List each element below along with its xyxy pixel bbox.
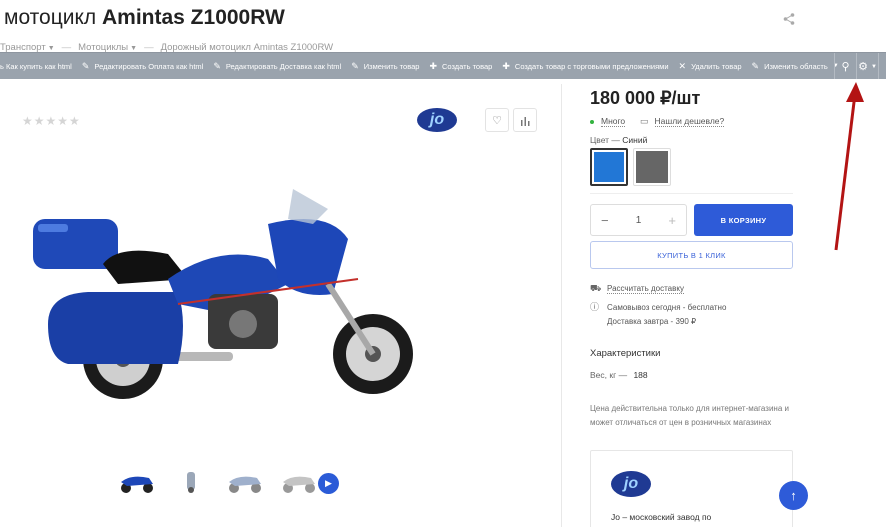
info-icon: ⓘ	[590, 302, 600, 312]
increase-button[interactable]: +	[668, 213, 676, 228]
found-cheaper-link[interactable]: ▭ Нашли дешевле?	[640, 116, 725, 127]
product-price: 180 000 ₽/шт	[590, 88, 701, 108]
admin-item-edit-product[interactable]: ✎ Изменить товар	[351, 61, 419, 72]
characteristics-title: Характеристики	[590, 348, 661, 359]
quantity-stepper: − 1 +	[590, 204, 687, 236]
plus-icon: ✚	[429, 60, 437, 71]
rating-stars[interactable]: ★★★★★	[22, 114, 81, 128]
plus-icon: ✚	[502, 60, 510, 71]
video-play-button[interactable]: ▶	[318, 473, 339, 494]
pickup-line: Самовывоз сегодня - бесплатно	[607, 303, 727, 312]
admin-item-delete-product[interactable]: ✕ Удалить товар	[679, 61, 742, 72]
brand-logo[interactable]: jo	[417, 108, 457, 132]
arrow-up-icon: ↑	[790, 488, 797, 503]
buy-one-click-button[interactable]: КУПИТЬ В 1 КЛИК	[590, 241, 793, 269]
pencil-icon: ✎	[81, 60, 90, 71]
add-to-cart-button[interactable]: В КОРЗИНУ	[694, 204, 793, 236]
selected-color: Синий	[622, 135, 648, 145]
caret-down-icon: ▼	[870, 63, 877, 70]
divider	[590, 193, 793, 194]
color-swatch-gray[interactable]	[633, 148, 671, 186]
admin-item-create-product-offers[interactable]: ✚ Создать товар с торговыми предложениями	[502, 61, 668, 72]
pencil-icon: ✎	[213, 60, 221, 71]
thumbnail[interactable]	[225, 470, 265, 494]
share-icon[interactable]	[782, 12, 796, 26]
thumbnail-strip	[117, 470, 319, 494]
product-gallery: ★★★★★ jo ♡ ▶	[0, 84, 562, 527]
weight-value: 188	[633, 370, 648, 380]
delivery-info: ⓘ Самовывоз сегодня - бесплатно Доставка…	[590, 301, 726, 328]
product-image[interactable]	[28, 184, 428, 414]
brand-card[interactable]: jo Jo – московский завод по	[590, 450, 793, 527]
courier-line: Доставка завтра - 390 ₽	[607, 316, 697, 326]
page-title-name: Amintas Z1000RW	[102, 6, 285, 29]
toolbar-edge	[878, 53, 886, 79]
weight-row: Вес, кг — 188	[590, 370, 648, 380]
color-label: Цвет — Синий	[590, 135, 648, 145]
in-stock-dot-icon	[590, 119, 594, 124]
close-icon: ✕	[678, 60, 687, 71]
delivery-calc-link[interactable]: ⛟ Рассчитать доставку	[590, 283, 684, 295]
swatch-fill	[594, 152, 624, 182]
pencil-icon: ✎	[351, 60, 359, 71]
page-title: мотоцикл Amintas Z1000RW	[4, 6, 285, 30]
decrease-button[interactable]: −	[601, 213, 609, 228]
quantity-value[interactable]: 1	[636, 215, 642, 226]
admin-tools: ⚲ ⚙ ▼	[834, 53, 886, 79]
thumbnail[interactable]	[171, 470, 211, 494]
brand-card-logo: jo	[611, 471, 651, 497]
admin-item-edit-delivery[interactable]: ✎ Редактировать Доставка как html	[213, 61, 341, 72]
bar-chart-icon	[520, 116, 529, 126]
gear-icon[interactable]: ⚙ ▼	[856, 53, 878, 79]
pencil-icon: ✎	[751, 60, 760, 71]
admin-item-create-product[interactable]: ✚ Создать товар	[429, 61, 492, 72]
page-title-prefix: мотоцикл	[4, 6, 97, 29]
play-icon: ▶	[325, 478, 332, 488]
favorite-button[interactable]: ♡	[485, 108, 509, 132]
compare-button[interactable]	[513, 108, 537, 132]
truck-icon: ⛟	[590, 283, 602, 293]
pin-icon[interactable]: ⚲	[834, 53, 856, 79]
thumbnail[interactable]	[279, 470, 319, 494]
brand-card-text: Jo – московский завод по	[611, 512, 712, 522]
swatch-fill	[636, 151, 668, 183]
caret-down-icon: ▼	[130, 45, 138, 52]
admin-toolbar: ь Как купить как html ✎ Редактировать Опл…	[0, 52, 886, 79]
stock-label[interactable]: Много	[601, 116, 626, 127]
admin-item-edit-area[interactable]: ✎ Изменить область ▼	[752, 61, 844, 72]
annotation-arrow	[834, 82, 864, 251]
admin-item-howto[interactable]: ь Как купить как html	[0, 62, 72, 71]
price-note: Цена действительна только для интернет-м…	[590, 404, 789, 427]
scroll-to-top-button[interactable]: ↑	[779, 481, 808, 510]
stock-status: Много	[590, 116, 626, 127]
color-swatch-blue[interactable]	[590, 148, 628, 186]
admin-item-edit-payment[interactable]: ✎ Редактировать Оплата как html	[82, 61, 203, 72]
wallet-icon: ▭	[640, 116, 649, 126]
thumbnail[interactable]	[117, 470, 157, 494]
heart-icon: ♡	[492, 114, 502, 127]
caret-down-icon: ▼	[47, 45, 55, 52]
